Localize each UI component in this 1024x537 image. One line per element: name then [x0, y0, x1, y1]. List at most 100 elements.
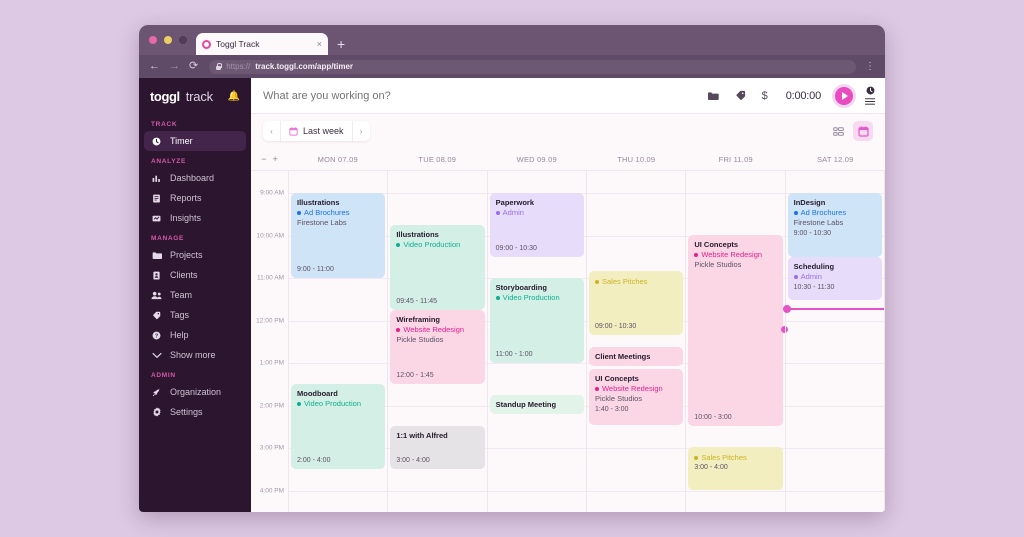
event-title: Wireframing: [396, 315, 441, 324]
close-window-button[interactable]: [149, 36, 157, 44]
calendar-event[interactable]: InDesign Ad Brochures Firestone Labs 9:00 -…: [787, 193, 882, 257]
calendar-event[interactable]: Illustrations Ad Brochures Firestone Labs 9…: [291, 193, 386, 278]
hour-gridline: [388, 193, 487, 194]
project-folder-icon[interactable]: [707, 91, 719, 101]
browser-menu-icon[interactable]: ⋮: [865, 61, 875, 72]
browser-urlbar: ← → ⟳ https:// track.toggl.com/app/timer…: [139, 55, 885, 78]
sidebar-item-clients[interactable]: Clients: [144, 265, 246, 285]
day-column[interactable]: Illustrations Ad Brochures Firestone Labs 9…: [288, 171, 388, 512]
day-column[interactable]: InDesign Ad Brochures Firestone Labs 9:00 -…: [782, 171, 885, 512]
previous-week-button[interactable]: ‹: [263, 127, 280, 136]
new-tab-button[interactable]: +: [337, 37, 345, 51]
calendar-event[interactable]: Illustrations Video Production 09:45 - 11:…: [390, 225, 485, 310]
calendar-event[interactable]: Storyboarding Video Production 11:00 - 1:0…: [489, 278, 584, 363]
minimize-window-button[interactable]: [164, 36, 172, 44]
hour-gridline: [586, 448, 686, 449]
event-client: Pickle Studios: [694, 260, 742, 270]
zoom-out-button[interactable]: −: [261, 154, 266, 164]
calendar-event[interactable]: Wireframing Website Redesign Pickle Studio…: [390, 310, 485, 384]
event-title: UI Concepts: [694, 240, 739, 249]
date-range-picker[interactable]: ‹ Last week ›: [263, 121, 370, 141]
project-color-dot: [694, 455, 699, 460]
address-bar[interactable]: https:// track.toggl.com/app/timer: [209, 59, 856, 74]
day-column[interactable]: Illustrations Video Production 09:45 - 11:…: [387, 171, 487, 512]
sidebar-item-organization[interactable]: Organization: [144, 382, 246, 402]
calendar-event[interactable]: Scheduling Admin 10:30 - 11:30: [787, 257, 882, 300]
event-project-label: Website Redesign: [601, 384, 663, 394]
gear-icon: [151, 407, 162, 417]
sidebar-item-reports[interactable]: Reports: [144, 188, 246, 208]
hour-gridline: [686, 193, 785, 194]
day-column[interactable]: Paperwork Admin 09:00 - 10:30 Storyboarding…: [486, 171, 586, 512]
day-column[interactable]: Sales Pitches 09:00 - 10:30 Client Meeting…: [585, 171, 686, 512]
back-icon[interactable]: ←: [149, 61, 160, 72]
reload-icon[interactable]: ⟳: [189, 61, 198, 72]
event-project-label: Ad Brochures: [304, 208, 350, 218]
timer-mode-manual-icon[interactable]: [865, 98, 875, 105]
calendar-event[interactable]: Sales Pitches 3:00 - 4:00: [688, 447, 783, 490]
event-project-label: Sales Pitches: [601, 277, 648, 286]
notifications-bell-icon[interactable]: 🔔: [228, 91, 240, 102]
event-time-range: 09:45 - 11:45: [396, 298, 438, 305]
sidebar-item-projects[interactable]: Projects: [144, 245, 246, 265]
time-tick: 11:00 AM: [257, 274, 284, 282]
maximize-window-button[interactable]: [179, 36, 187, 44]
calendar-event[interactable]: UI Concepts Website Redesign Pickle Studio…: [588, 369, 684, 425]
zoom-in-button[interactable]: +: [273, 154, 278, 164]
day-header[interactable]: SAT 12.09: [786, 155, 886, 164]
calendar-event[interactable]: Paperwork Admin 09:00 - 10:30: [489, 193, 584, 257]
time-tick: 3:00 PM: [259, 444, 284, 452]
day-column[interactable]: UI Concepts Website Redesign Pickle Studio…: [685, 171, 788, 512]
date-range-button[interactable]: Last week: [280, 121, 353, 141]
day-header[interactable]: FRI 11.09: [686, 155, 786, 164]
hour-gridline: [586, 490, 686, 492]
day-header[interactable]: WED 09.09: [487, 155, 587, 164]
event-title: Storyboarding: [495, 283, 547, 292]
event-time-range: 9:00 - 10:30: [793, 229, 832, 237]
event-time-range: 12:00 - 1:45: [396, 372, 434, 379]
sidebar-item-show-more[interactable]: Show more: [144, 345, 246, 365]
browser-tab[interactable]: Toggl Track ×: [196, 33, 328, 55]
tag-icon[interactable]: [735, 90, 746, 101]
sidebar-item-settings[interactable]: Settings: [144, 402, 246, 422]
next-week-button[interactable]: ›: [353, 127, 370, 136]
event-project-label: Website Redesign: [403, 325, 465, 335]
dollar-icon[interactable]: $: [762, 90, 768, 102]
tag-icon: [151, 311, 162, 320]
sidebar-item-team[interactable]: Team: [144, 285, 246, 305]
calendar-event[interactable]: Sales Pitches 09:00 - 10:30: [588, 271, 684, 335]
project-color-dot: [793, 275, 798, 280]
calendar-event[interactable]: Moodboard Video Production 2:00 - 4:00: [291, 384, 386, 469]
calendar-event[interactable]: Client Meetings: [588, 347, 684, 366]
day-header[interactable]: MON 07.09: [288, 155, 388, 164]
url-scheme: https://: [226, 62, 251, 71]
calendar-event[interactable]: 1:1 with Alfred 3:00 - 4:00: [390, 426, 485, 469]
forward-icon[interactable]: →: [169, 61, 180, 72]
window-traffic-lights[interactable]: [149, 36, 187, 44]
event-title: UI Concepts: [594, 374, 639, 383]
timer-description-input[interactable]: [263, 89, 691, 102]
sidebar: toggl track 🔔 TRACK Timer ANALYZE Dashbo…: [139, 78, 251, 512]
hour-gridline: [487, 363, 586, 364]
calendar-view-button[interactable]: [853, 121, 873, 141]
calendar-event[interactable]: Standup Meeting: [489, 395, 584, 414]
url-text: track.toggl.com/app/timer: [255, 62, 354, 71]
list-view-button[interactable]: [828, 121, 848, 141]
time-tick: 2:00 PM: [259, 402, 284, 409]
sidebar-item-label: Clients: [170, 270, 198, 280]
day-header[interactable]: TUE 08.09: [388, 155, 488, 164]
event-title: 1:1 with Alfred: [396, 431, 448, 440]
people-icon: [151, 291, 162, 300]
sidebar-item-tags[interactable]: Tags: [144, 305, 246, 325]
close-tab-icon[interactable]: ×: [317, 39, 322, 49]
calendar-event[interactable]: UI Concepts Website Redesign Pickle Studio…: [688, 235, 783, 426]
sidebar-item-timer[interactable]: Timer: [144, 131, 246, 151]
day-header[interactable]: THU 10.09: [587, 155, 687, 164]
event-project: Sales Pitches: [594, 277, 677, 286]
sidebar-item-help[interactable]: ? Help: [144, 325, 246, 345]
timer-mode-clock-icon[interactable]: [866, 86, 875, 95]
sidebar-item-insights[interactable]: Insights: [144, 208, 246, 228]
start-timer-button[interactable]: [832, 83, 856, 108]
current-time-dot: [782, 305, 791, 313]
sidebar-item-dashboard[interactable]: Dashboard: [144, 168, 246, 188]
